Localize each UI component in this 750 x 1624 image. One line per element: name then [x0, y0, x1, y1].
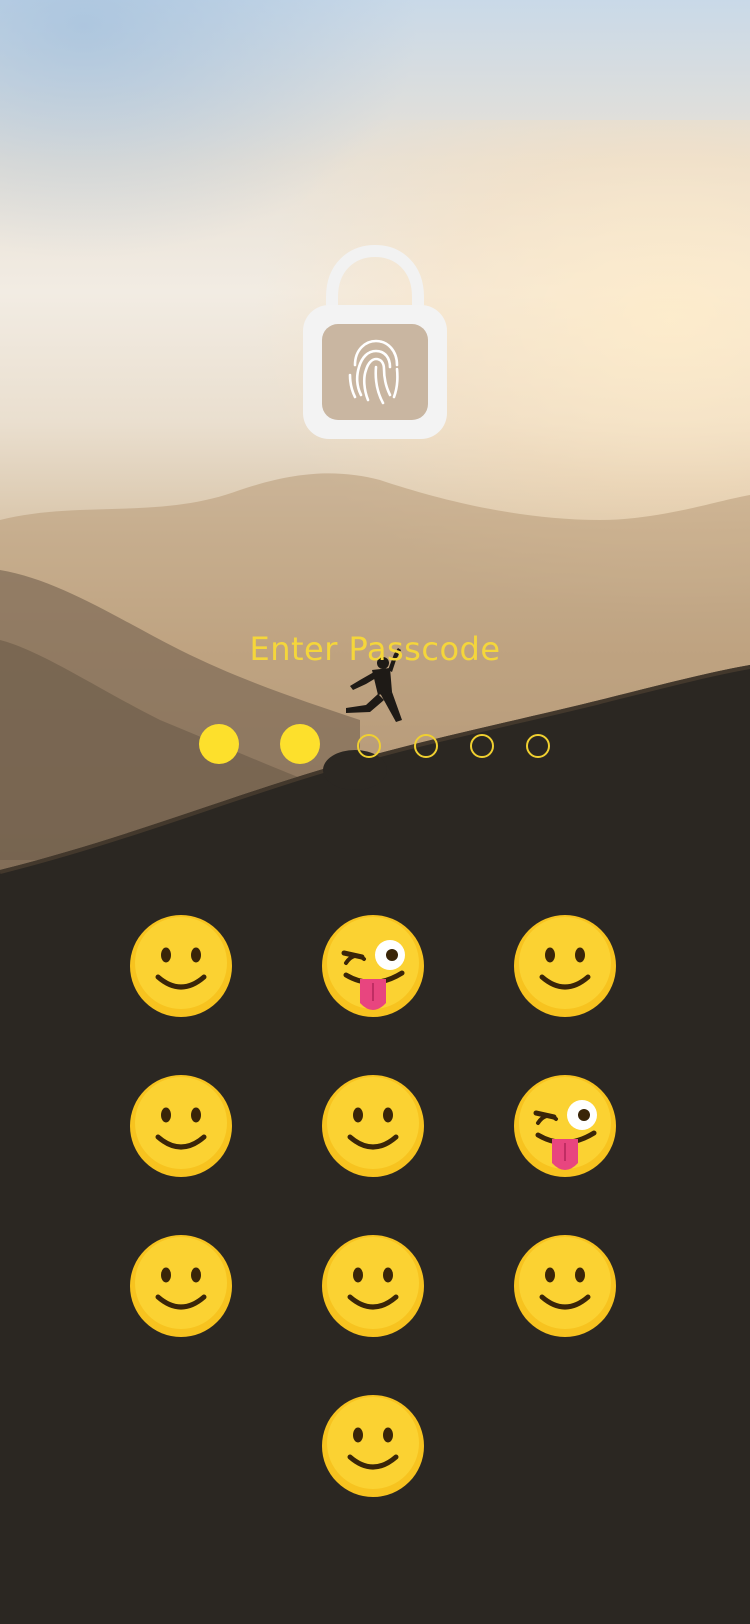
smiley-face-icon	[514, 915, 616, 1017]
smiley-face-icon	[514, 1235, 616, 1337]
winking-tongue-face-icon	[322, 915, 424, 1017]
keypad-key-wink[interactable]	[512, 1073, 618, 1179]
page-title: Enter Passcode	[249, 630, 501, 668]
smiley-face-icon	[322, 1395, 424, 1497]
passcode-dot-empty	[526, 734, 550, 758]
keypad-key-smiley[interactable]	[320, 1393, 426, 1499]
lock-screen: Enter Passcode	[0, 0, 750, 1624]
passcode-dot-empty	[470, 734, 494, 758]
winking-tongue-face-icon	[514, 1075, 616, 1177]
passcode-dot-filled	[280, 724, 320, 764]
passcode-dot-empty	[357, 734, 381, 758]
passcode-dot-empty	[414, 734, 438, 758]
keypad-key-wink[interactable]	[320, 913, 426, 1019]
keypad-key-smiley[interactable]	[512, 1233, 618, 1339]
smiley-face-icon	[322, 1235, 424, 1337]
smiley-face-icon	[322, 1075, 424, 1177]
keypad-key-smiley[interactable]	[320, 1233, 426, 1339]
smiley-face-icon	[130, 1075, 232, 1177]
keypad-key-smiley[interactable]	[128, 1233, 234, 1339]
fingerprint-padlock-icon	[303, 245, 447, 439]
keypad-key-smiley[interactable]	[128, 1073, 234, 1179]
keypad-key-smiley[interactable]	[128, 913, 234, 1019]
keypad-key-smiley[interactable]	[320, 1073, 426, 1179]
passcode-dot-filled	[199, 724, 239, 764]
mountain-background	[0, 473, 750, 1624]
smiley-face-icon	[130, 1235, 232, 1337]
keypad-key-smiley[interactable]	[512, 913, 618, 1019]
smiley-face-icon	[130, 915, 232, 1017]
